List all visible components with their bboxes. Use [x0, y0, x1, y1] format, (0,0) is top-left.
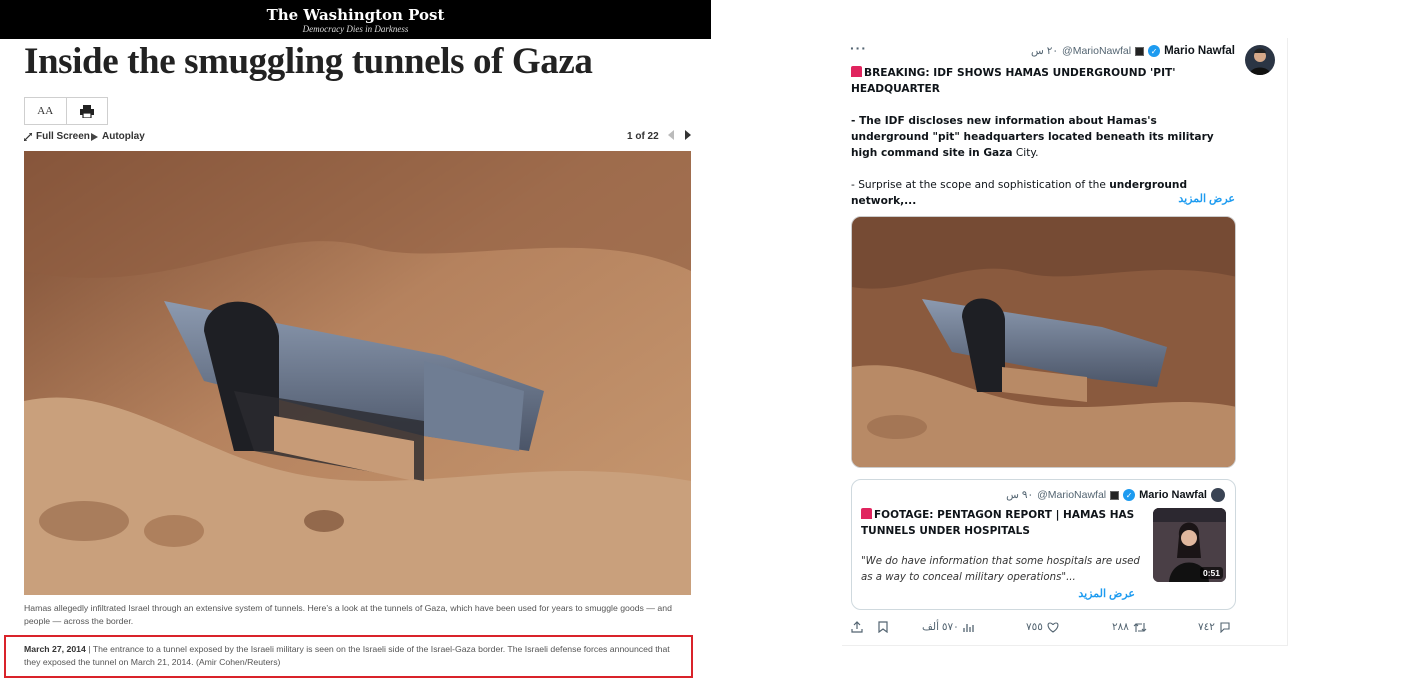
quoted-tweet-quote: "We do have information that some hospit… — [861, 556, 1140, 583]
retweet-button[interactable]: ٢٨٨ — [1112, 621, 1147, 633]
tweet-breaking-line: BREAKING: IDF SHOWS HAMAS UNDERGROUND 'P… — [851, 67, 1176, 95]
gallery-title: Inside the smuggling tunnels of Gaza — [24, 41, 593, 82]
wapo-logo[interactable]: The Washington Post — [0, 6, 711, 24]
tweet-paragraph-3-start: - Surprise at the scope and sophisticati… — [851, 179, 1110, 191]
quoted-siren-emoji-icon — [861, 508, 872, 519]
author-avatar[interactable] — [1245, 45, 1275, 75]
reply-count: ٧٤٢ — [1198, 621, 1215, 633]
bookmark-icon — [878, 621, 888, 633]
print-icon — [79, 104, 94, 118]
quoted-video-thumbnail[interactable]: 0:51 — [1153, 508, 1226, 582]
quoted-tweet-time: ٩٠ س — [1006, 489, 1034, 501]
retweet-count: ٢٨٨ — [1112, 621, 1129, 633]
wapo-tagline: Democracy Dies in Darkness — [302, 24, 409, 34]
bookmark-button[interactable] — [878, 621, 888, 633]
views-chart-icon — [963, 623, 974, 632]
quoted-affiliation-badge-icon — [1110, 490, 1120, 500]
next-slide-arrow-icon[interactable] — [685, 130, 691, 140]
wapo-masthead: The Washington Post Democracy Dies in Da… — [0, 0, 711, 39]
tweet-card: ٢٠ س @MarioNawfal ✓ Mario Nawfal ··· BRE… — [842, 38, 1288, 646]
quoted-author-name: Mario Nawfal — [1139, 489, 1207, 501]
previous-slide-arrow-icon[interactable] — [668, 130, 674, 140]
print-button[interactable] — [65, 98, 108, 124]
quoted-author-avatar — [1211, 488, 1225, 502]
tweet-header: ٢٠ س @MarioNawfal ✓ Mario Nawfal — [1031, 45, 1235, 57]
highlighted-photo-caption: March 27, 2014 | The entrance to a tunne… — [4, 635, 693, 678]
quoted-show-more-link[interactable]: عرض المزيد — [1078, 587, 1135, 600]
share-icon — [851, 621, 863, 633]
views-button[interactable]: ٥٧٠ ألف — [922, 621, 974, 633]
tweet-image[interactable] — [851, 216, 1236, 468]
caption-date: March 27, 2014 — [24, 644, 86, 654]
author-handle[interactable]: @MarioNawfal — [1062, 45, 1131, 57]
verified-badge-icon: ✓ — [1148, 45, 1161, 57]
like-button[interactable]: ٧٥٥ — [1026, 621, 1059, 633]
play-icon — [91, 132, 98, 141]
autoplay-label: Autoplay — [102, 131, 145, 142]
author-name[interactable]: Mario Nawfal — [1164, 45, 1235, 57]
quoted-tweet-headline: FOOTAGE: PENTAGON REPORT | HAMAS HAS TUN… — [861, 507, 1143, 539]
quoted-author-handle: @MarioNawfal — [1037, 489, 1107, 501]
retweet-icon — [1133, 622, 1147, 632]
affiliation-badge-icon — [1135, 46, 1145, 56]
quoted-headline-text: FOOTAGE: PENTAGON REPORT | HAMAS HAS TUN… — [861, 509, 1135, 537]
gallery-intro-caption: Hamas allegedly infiltrated Israel throu… — [24, 603, 672, 626]
tweet-action-bar: ٥٧٠ ألف ٧٥٥ ٢٨٨ ٧٤٢ — [851, 621, 1236, 637]
text-size-button[interactable]: AA — [25, 98, 66, 124]
like-count: ٧٥٥ — [1026, 621, 1043, 633]
full-screen-label: Full Screen — [36, 131, 90, 142]
video-duration: 0:51 — [1199, 567, 1223, 579]
more-options-icon[interactable]: ··· — [850, 40, 867, 56]
screenshot-root: The Washington Post Democracy Dies in Da… — [0, 0, 1422, 685]
show-more-link[interactable]: عرض المزيد — [1178, 192, 1235, 205]
caption-text: The entrance to a tunnel exposed by the … — [24, 644, 670, 667]
autoplay-button[interactable]: Autoplay — [91, 131, 145, 142]
text-size-label: AA — [37, 105, 54, 117]
heart-icon — [1047, 621, 1059, 633]
wapo-gallery-panel: The Washington Post Democracy Dies in Da… — [0, 0, 711, 685]
tunnel-photo — [24, 151, 691, 595]
gallery-toolbar: AA — [24, 97, 108, 125]
tweet-paragraph-2-rest: City. — [1012, 147, 1039, 159]
quoted-tweet[interactable]: ٩٠ س @MarioNawfal ✓ Mario Nawfal FOOTAGE… — [851, 479, 1236, 610]
siren-emoji-icon — [851, 66, 862, 77]
quoted-verified-badge-icon: ✓ — [1123, 489, 1136, 501]
slide-counter: 1 of 22 — [627, 131, 659, 142]
share-button[interactable] — [851, 621, 863, 633]
reply-icon — [1220, 622, 1230, 633]
reply-button[interactable]: ٧٤٢ — [1198, 621, 1231, 633]
views-count: ٥٧٠ ألف — [922, 621, 959, 633]
expand-icon — [24, 132, 32, 141]
full-screen-button[interactable]: Full Screen — [24, 131, 90, 142]
tweet-time[interactable]: ٢٠ س — [1031, 45, 1058, 57]
quoted-tweet-header: ٩٠ س @MarioNawfal ✓ Mario Nawfal — [1006, 488, 1225, 502]
